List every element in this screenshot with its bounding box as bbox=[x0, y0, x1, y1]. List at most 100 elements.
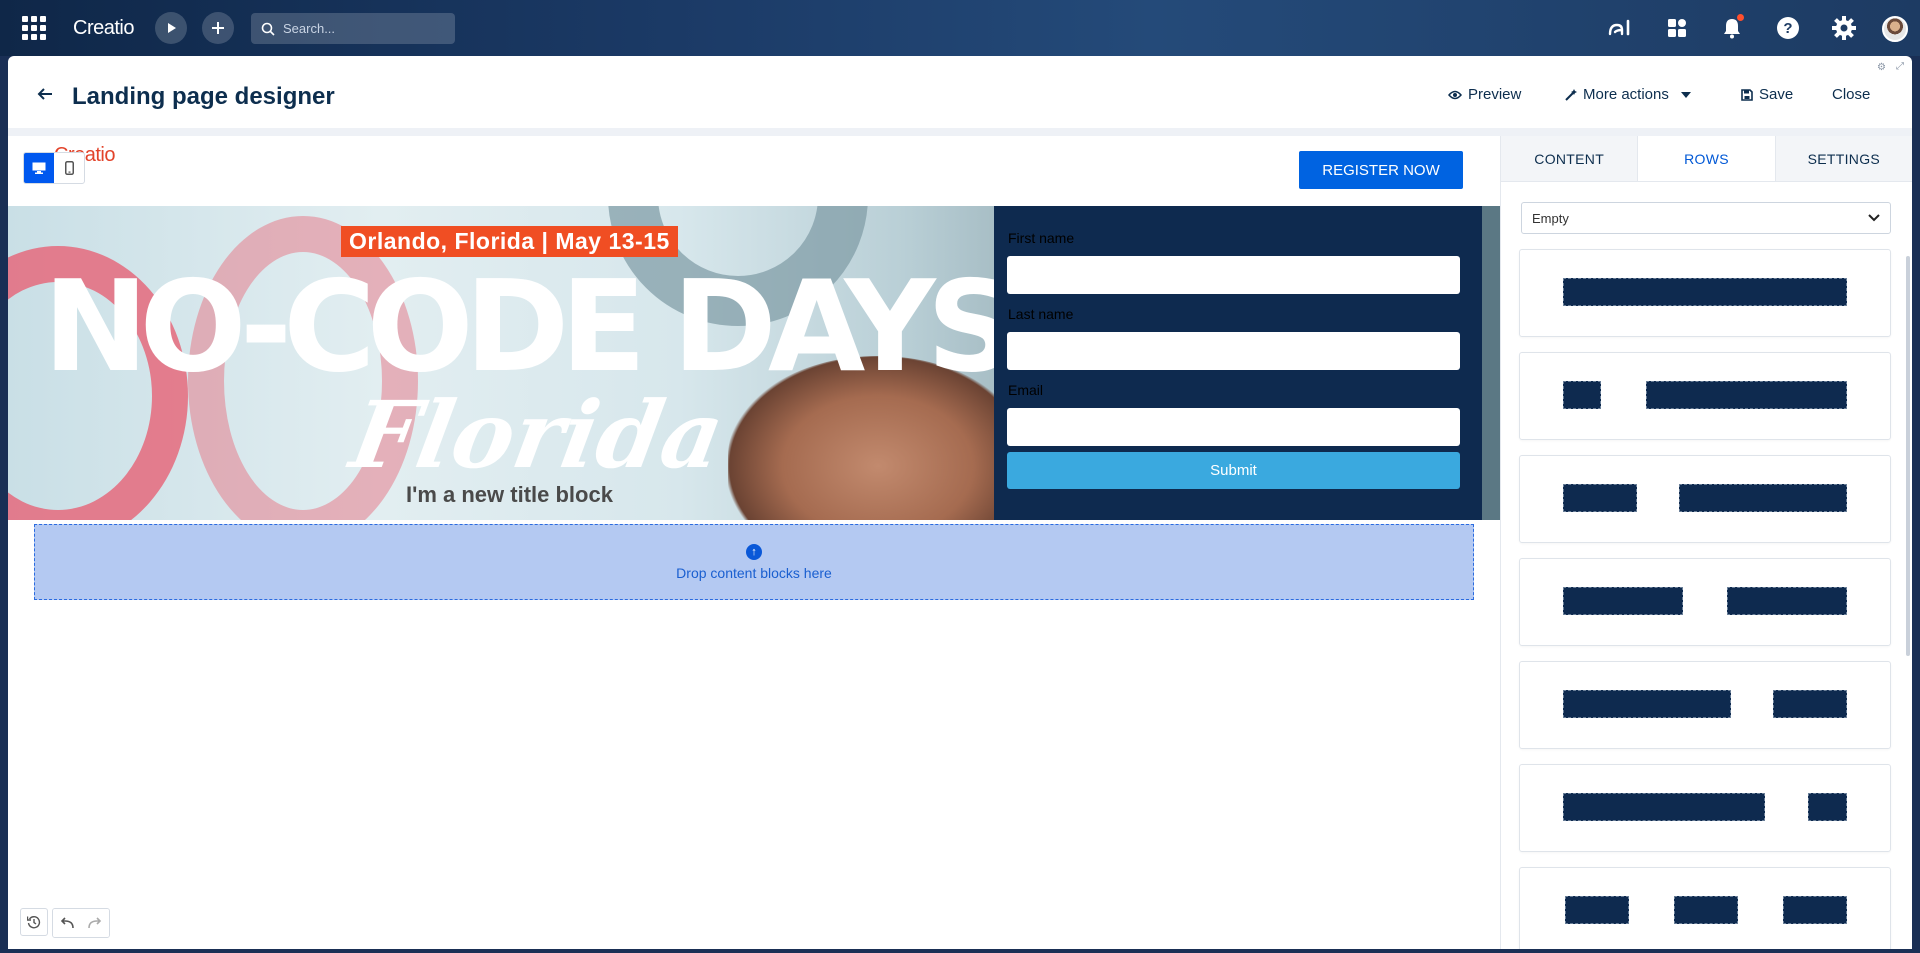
page-title: Landing page designer bbox=[72, 83, 335, 110]
hero-right-edge bbox=[1482, 206, 1500, 520]
row-layout-1-2[interactable] bbox=[1519, 455, 1891, 543]
hero-subtitle[interactable]: I'm a new title block bbox=[406, 482, 613, 508]
row-column bbox=[1563, 690, 1731, 718]
hero-banner[interactable]: Orlando, Florida | May 13-15 NO-CODE DAY… bbox=[8, 206, 1500, 520]
submit-button[interactable]: Submit bbox=[1007, 452, 1460, 489]
history-toolbar bbox=[20, 908, 110, 938]
last-name-field[interactable] bbox=[1007, 332, 1460, 370]
expand-icon[interactable]: ⤢ bbox=[1896, 61, 1904, 72]
desktop-view-button[interactable] bbox=[24, 153, 54, 183]
row-column bbox=[1563, 484, 1637, 512]
page-header: Landing page designer Preview More actio… bbox=[8, 56, 1912, 130]
landing-header-row[interactable]: Creatio REGISTER NOW bbox=[8, 136, 1500, 206]
dashboard-icon[interactable] bbox=[1663, 14, 1691, 42]
close-label: Close bbox=[1832, 86, 1871, 103]
row-column bbox=[1773, 690, 1847, 718]
side-panel-tabs: CONTENT ROWS SETTINGS bbox=[1501, 136, 1912, 182]
registration-form[interactable]: First name Last name Email Submit bbox=[994, 206, 1482, 520]
floppy-icon bbox=[1741, 88, 1753, 101]
drop-zone-text: Drop content blocks here bbox=[676, 564, 832, 581]
hero-title[interactable]: NO-CODE DAYS bbox=[43, 264, 1017, 390]
email-label: Email bbox=[1008, 382, 1044, 398]
row-layout-3-columns[interactable] bbox=[1519, 867, 1891, 949]
chevron-down-icon bbox=[1868, 214, 1880, 222]
row-column bbox=[1679, 484, 1847, 512]
hero-script-text[interactable]: Florida bbox=[343, 381, 731, 489]
history-button[interactable] bbox=[20, 908, 48, 936]
tab-content[interactable]: CONTENT bbox=[1501, 136, 1637, 181]
designer-card: Landing page designer Preview More actio… bbox=[8, 56, 1912, 949]
row-layout-2-columns[interactable] bbox=[1519, 558, 1891, 646]
global-search[interactable] bbox=[251, 13, 455, 44]
row-column bbox=[1727, 587, 1847, 615]
designer-side-panel: CONTENT ROWS SETTINGS Empty bbox=[1500, 136, 1912, 949]
tab-settings[interactable]: SETTINGS bbox=[1776, 136, 1912, 181]
eye-icon bbox=[1448, 90, 1462, 99]
notification-badge bbox=[1737, 14, 1744, 21]
run-process-button[interactable] bbox=[155, 12, 187, 44]
register-now-button[interactable]: REGISTER NOW bbox=[1299, 151, 1463, 189]
preview-button[interactable]: Preview bbox=[1448, 86, 1521, 103]
row-column bbox=[1646, 381, 1847, 409]
play-icon bbox=[168, 23, 176, 33]
row-layout-1-4[interactable] bbox=[1519, 352, 1891, 440]
gear-icon[interactable] bbox=[1830, 14, 1858, 42]
row-layout-2-1[interactable] bbox=[1519, 661, 1891, 749]
mobile-view-button[interactable] bbox=[54, 153, 84, 183]
row-type-select[interactable]: Empty bbox=[1521, 202, 1891, 234]
redo-icon bbox=[88, 917, 102, 929]
panel-settings-icon[interactable]: ⚙ bbox=[1877, 62, 1886, 73]
back-arrow-icon[interactable] bbox=[36, 86, 54, 102]
email-field[interactable] bbox=[1007, 408, 1460, 446]
search-input[interactable] bbox=[283, 21, 433, 36]
redo-button[interactable] bbox=[81, 909, 109, 937]
row-column bbox=[1563, 793, 1765, 821]
plus-icon bbox=[212, 22, 224, 34]
device-toggle[interactable] bbox=[23, 152, 85, 184]
avatar[interactable] bbox=[1882, 16, 1908, 42]
desktop-icon bbox=[32, 162, 46, 174]
row-column bbox=[1674, 896, 1738, 924]
mobile-icon bbox=[64, 161, 74, 175]
close-button[interactable]: Close bbox=[1832, 86, 1870, 103]
row-layout-4-1[interactable] bbox=[1519, 764, 1891, 852]
add-record-button[interactable] bbox=[202, 12, 234, 44]
row-column bbox=[1565, 896, 1629, 924]
tab-rows[interactable]: ROWS bbox=[1637, 136, 1776, 181]
more-actions-button[interactable]: More actions bbox=[1565, 86, 1691, 103]
save-button[interactable]: Save bbox=[1741, 86, 1793, 103]
row-column bbox=[1563, 278, 1847, 306]
help-icon[interactable]: ? bbox=[1774, 14, 1802, 42]
apps-grid-icon[interactable] bbox=[22, 16, 46, 40]
row-column bbox=[1808, 793, 1847, 821]
side-panel-scrollbar[interactable] bbox=[1906, 256, 1910, 656]
row-layout-1-column[interactable] bbox=[1519, 249, 1891, 337]
more-actions-label: More actions bbox=[1583, 86, 1669, 103]
last-name-label: Last name bbox=[1008, 306, 1074, 322]
history-icon bbox=[27, 916, 41, 929]
upload-arrow-icon: ↑ bbox=[746, 543, 762, 560]
search-icon bbox=[261, 22, 275, 36]
row-column bbox=[1783, 896, 1847, 924]
preview-label: Preview bbox=[1468, 86, 1522, 103]
creatio-logo[interactable]: Creatio bbox=[73, 17, 134, 40]
caret-down-icon bbox=[1680, 91, 1691, 98]
row-column bbox=[1563, 381, 1601, 409]
top-navigation-bar: Creatio ? bbox=[0, 0, 1920, 56]
row-layout-list bbox=[1519, 249, 1893, 949]
row-column bbox=[1563, 587, 1683, 615]
undo-button[interactable] bbox=[53, 909, 81, 937]
save-label: Save bbox=[1759, 86, 1794, 103]
row-type-value: Empty bbox=[1532, 210, 1569, 226]
ai-icon[interactable] bbox=[1607, 14, 1635, 42]
drop-zone[interactable]: ↑ Drop content blocks here bbox=[34, 524, 1474, 600]
bell-icon[interactable] bbox=[1718, 14, 1746, 42]
header-divider bbox=[8, 128, 1912, 136]
svg-text:?: ? bbox=[1783, 20, 1792, 37]
first-name-field[interactable] bbox=[1007, 256, 1460, 294]
landing-page-canvas[interactable]: Creatio REGISTER NOW Orlando, Florida | … bbox=[8, 136, 1500, 949]
undo-icon bbox=[60, 917, 74, 929]
undo-redo-group bbox=[52, 908, 110, 938]
first-name-label: First name bbox=[1008, 230, 1075, 246]
magic-wand-icon bbox=[1565, 88, 1577, 101]
